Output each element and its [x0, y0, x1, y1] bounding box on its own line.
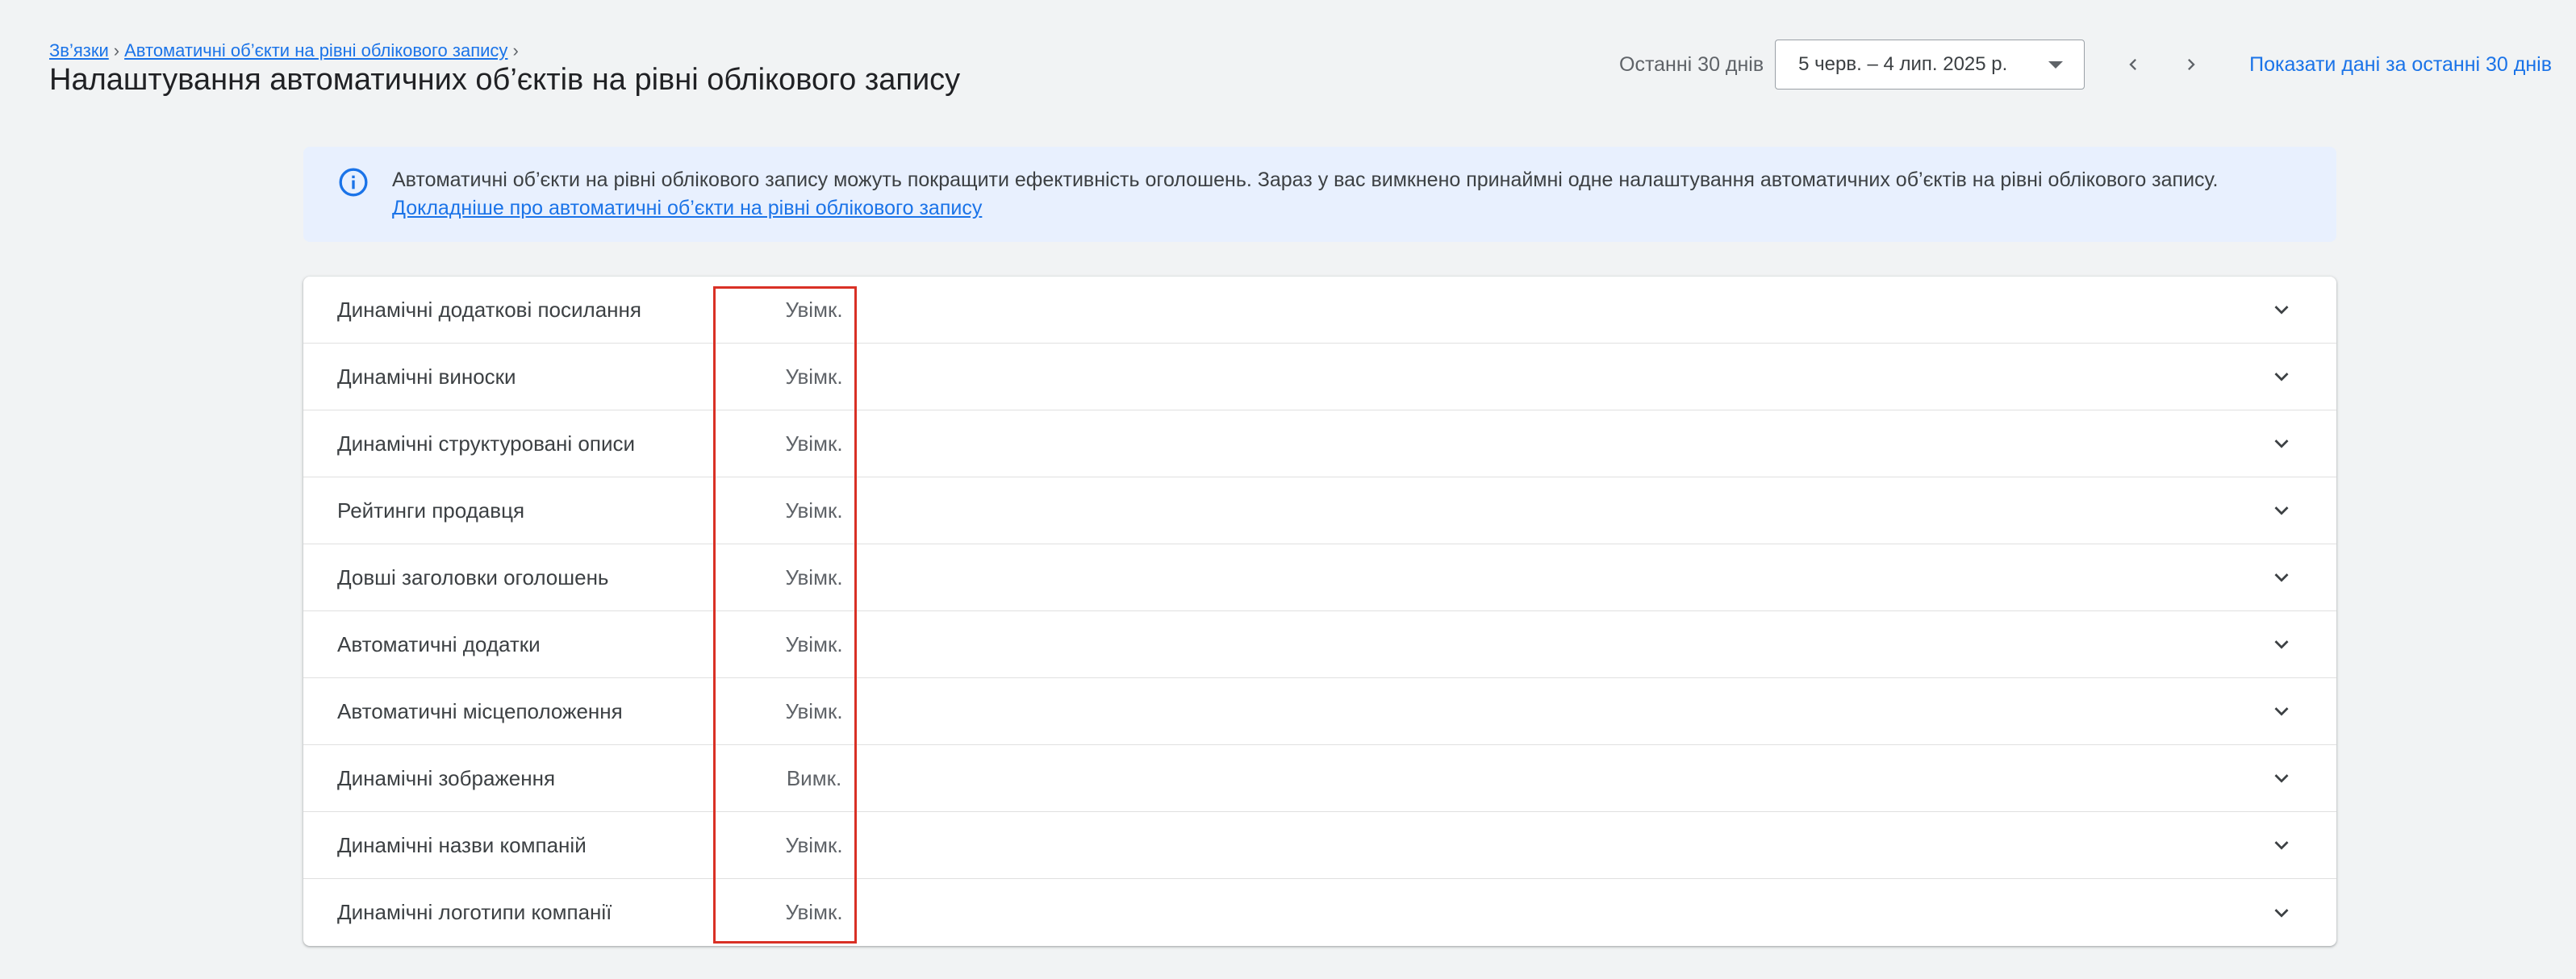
setting-name: Динамічні назви компаній [337, 832, 587, 857]
setting-status: Увімк. [785, 564, 843, 589]
setting-row[interactable]: Динамічні структуровані описи Увімк. [303, 410, 2336, 477]
page-title: Налаштування автоматичних об’єктів на рі… [49, 63, 961, 97]
date-range-label: Останні 30 днів [1619, 52, 1764, 76]
setting-row[interactable]: Довші заголовки оголошень Увімк. [303, 544, 2336, 611]
setting-name: Рейтинги продавця [337, 498, 525, 523]
setting-status: Увімк. [785, 698, 843, 723]
expand-chevron-icon[interactable] [2267, 362, 2296, 391]
date-range-dropdown[interactable]: 5 черв. – 4 лип. 2025 р. [1775, 40, 2085, 90]
expand-chevron-icon[interactable] [2267, 429, 2296, 458]
expand-chevron-icon[interactable] [2267, 496, 2296, 525]
setting-name: Автоматичні додатки [337, 631, 541, 656]
setting-status: Увімк. [785, 431, 843, 456]
setting-status: Увімк. [785, 900, 843, 924]
expand-chevron-icon[interactable] [2267, 831, 2296, 860]
expand-chevron-icon[interactable] [2267, 295, 2296, 324]
setting-name: Динамічні виноски [337, 364, 516, 389]
setting-status: Увімк. [785, 832, 843, 857]
dropdown-caret-icon [2048, 60, 2064, 69]
setting-name: Динамічні додаткові посилання [337, 297, 641, 322]
setting-name: Динамічні структуровані описи [337, 431, 636, 456]
setting-row[interactable]: Динамічні зображення Вимк. [303, 745, 2336, 812]
setting-row[interactable]: Автоматичні додатки Увімк. [303, 611, 2336, 678]
next-period-button[interactable] [2167, 40, 2215, 89]
date-range-controls: Останні 30 днів 5 черв. – 4 лип. 2025 р.… [1619, 39, 2552, 90]
breadcrumb-link-links[interactable]: Зв’язки [49, 40, 109, 61]
chevron-left-icon [2129, 59, 2137, 70]
setting-status: Увімк. [785, 297, 843, 322]
expand-chevron-icon[interactable] [2267, 697, 2296, 726]
info-icon [339, 168, 368, 197]
info-banner-text: Автоматичні об’єкти на рівні облікового … [392, 166, 2218, 242]
breadcrumb: Зв’язки › Автоматичні об’єкти на рівні о… [49, 40, 519, 61]
setting-name: Автоматичні місцеположення [337, 698, 623, 723]
setting-row[interactable]: Динамічні назви компаній Увімк. [303, 812, 2336, 879]
setting-status: Увімк. [785, 631, 843, 656]
setting-name: Динамічні зображення [337, 765, 556, 790]
expand-chevron-icon[interactable] [2267, 898, 2296, 927]
breadcrumb-link-auto-assets[interactable]: Автоматичні об’єкти на рівні облікового … [124, 40, 507, 61]
expand-chevron-icon[interactable] [2267, 764, 2296, 793]
setting-row[interactable]: Динамічні логотипи компанії Увімк. [303, 879, 2336, 946]
setting-status: Вимк. [786, 765, 842, 790]
setting-status: Увімк. [785, 498, 843, 523]
chevron-right-icon [2188, 59, 2195, 70]
setting-row[interactable]: Динамічні виноски Увімк. [303, 344, 2336, 410]
info-banner: Автоматичні об’єкти на рівні облікового … [303, 147, 2336, 242]
chevron-right-icon: › [113, 40, 120, 60]
date-range-value: 5 черв. – 4 лип. 2025 р. [1798, 53, 2008, 75]
chevron-right-icon: › [512, 40, 519, 60]
show-last-30-days-link[interactable]: Показати дані за останні 30 днів [2249, 53, 2552, 77]
setting-name: Динамічні логотипи компанії [337, 900, 612, 924]
expand-chevron-icon[interactable] [2267, 630, 2296, 659]
learn-more-link[interactable]: Докладніше про автоматичні об’єкти на рі… [392, 197, 982, 219]
setting-row[interactable]: Рейтинги продавця Увімк. [303, 477, 2336, 544]
previous-period-button[interactable] [2109, 40, 2157, 89]
setting-row[interactable]: Автоматичні місцеположення Увімк. [303, 678, 2336, 745]
expand-chevron-icon[interactable] [2267, 563, 2296, 592]
setting-status: Увімк. [785, 364, 843, 389]
setting-row[interactable]: Динамічні додаткові посилання Увімк. [303, 277, 2336, 344]
setting-name: Довші заголовки оголошень [337, 564, 609, 589]
info-banner-message: Автоматичні об’єкти на рівні облікового … [392, 169, 2219, 191]
auto-assets-settings-list: Динамічні додаткові посилання Увімк. Динам… [303, 277, 2336, 946]
